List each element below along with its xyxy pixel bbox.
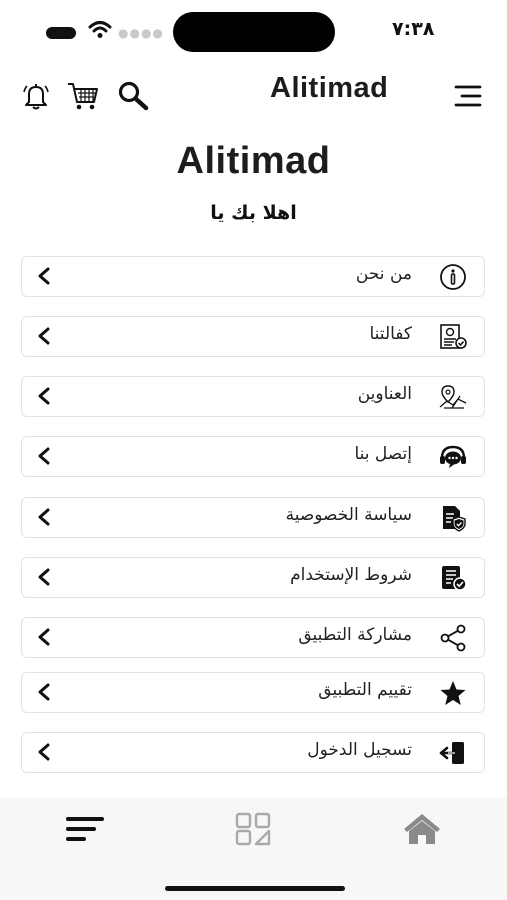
bottom-nav [0,798,507,900]
cart-icon[interactable] [66,80,100,112]
chevron-left-icon [38,267,50,285]
info-icon [440,264,466,290]
wifi-icon [88,21,112,38]
share-icon [440,624,466,652]
bell-icon[interactable] [20,80,52,112]
star-icon [440,681,466,705]
welcome-text: اهلا بك يا [210,202,297,224]
support-chat-icon [440,445,466,468]
menu-item-share[interactable]: مشاركة التطبيق [21,617,485,658]
grid-icon[interactable] [234,812,274,846]
app-title: Alitimad [270,72,389,104]
chevron-left-icon [38,508,50,526]
chevron-left-icon [38,387,50,405]
menu-item-label: إتصل بنا [354,444,412,464]
menu-item-label: تسجيل الدخول [307,740,412,760]
menu-item-label: تقييم التطبيق [318,680,412,700]
chevron-left-icon [38,447,50,465]
menu-item-label: سياسة الخصوصية [285,505,412,525]
menu-icon[interactable] [452,83,484,109]
map-location-icon [439,385,467,409]
chevron-left-icon [38,628,50,646]
page-title: Alitimad [176,140,331,182]
home-icon[interactable] [402,812,442,846]
login-icon [439,742,464,764]
menu-item-privacy[interactable]: سياسة الخصوصية [21,497,485,538]
home-indicator [165,886,345,891]
menu-item-label: كفالتنا [369,324,413,344]
chevron-left-icon [38,743,50,761]
status-bar: ●●●● ٧:٣٨ [0,0,507,60]
menu-lines-icon[interactable] [64,814,106,844]
privacy-document-icon [443,506,466,532]
dynamic-island [173,12,335,52]
certificate-icon [440,324,467,349]
menu-item-label: العناوين [357,384,412,404]
menu-item-about[interactable]: من نحن [21,256,485,297]
menu-item-addresses[interactable]: العناوين [21,376,485,417]
signal-icon: ●●●● [118,26,164,40]
terms-document-icon [442,566,467,591]
search-icon[interactable] [116,80,150,112]
menu-item-label: شروط الإستخدام [290,565,412,585]
menu-item-contact[interactable]: إتصل بنا [21,436,485,477]
status-time: ٧:٣٨ [392,18,435,40]
menu-item-login[interactable]: تسجيل الدخول [21,732,485,773]
battery-icon [46,27,76,39]
menu-item-terms[interactable]: شروط الإستخدام [21,557,485,598]
chevron-left-icon [38,327,50,345]
menu-item-warranty[interactable]: كفالتنا [21,316,485,357]
chevron-left-icon [38,683,50,701]
menu-item-rate[interactable]: تقييم التطبيق [21,672,485,713]
menu-item-label: من نحن [355,264,412,284]
chevron-left-icon [38,568,50,586]
menu-item-label: مشاركة التطبيق [298,625,412,645]
